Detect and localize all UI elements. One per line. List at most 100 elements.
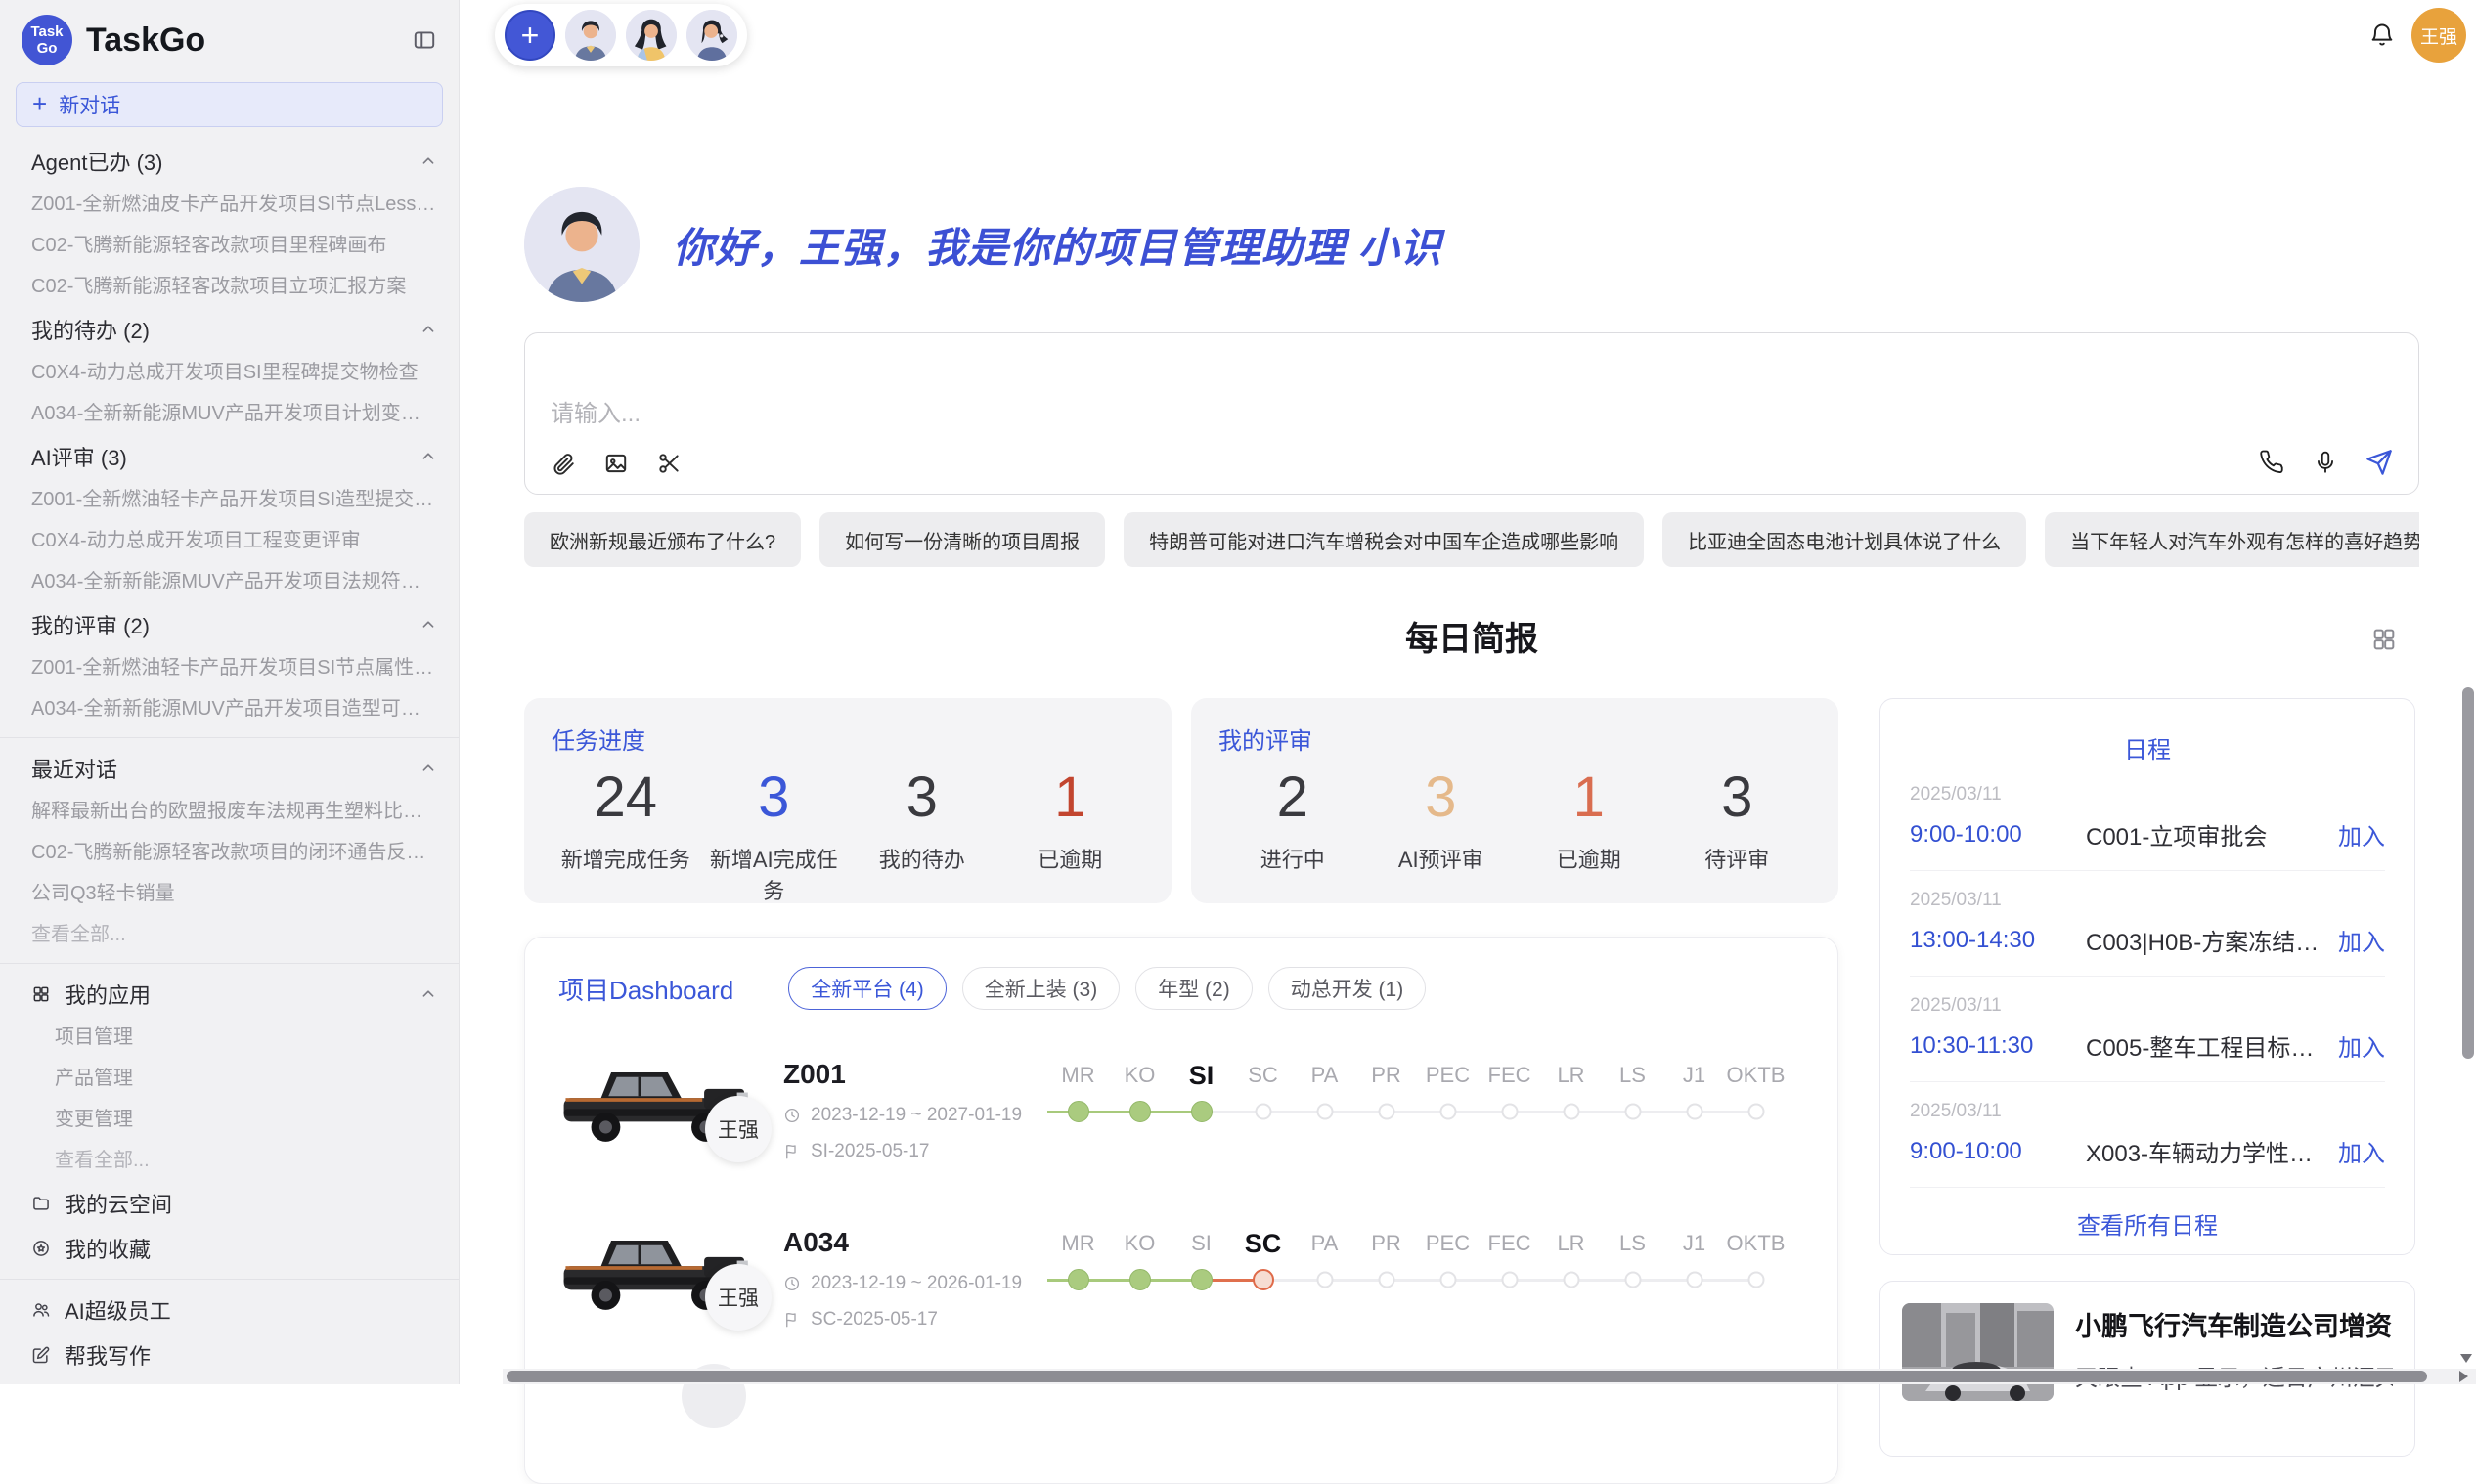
sidebar-item[interactable]: C02-飞腾新能源轻客改款项目里程碑画布	[0, 225, 459, 266]
sidebar-tool-label: AI超级员工	[65, 1294, 171, 1326]
sidebar-item[interactable]: A034-全新新能源MUV产品开发项目法规符合性评审	[0, 561, 459, 602]
sidebar-header: Task Go TaskGo	[0, 12, 459, 68]
sidebar-group-2[interactable]: AI评审 (3)	[0, 434, 459, 479]
vertical-scrollbar-thumb[interactable]	[2462, 687, 2474, 1059]
chat-input-box[interactable]: 请输入...	[524, 332, 2419, 495]
user-avatar[interactable]: 王强	[2411, 8, 2466, 63]
join-link[interactable]: 加入	[2338, 1134, 2385, 1168]
sidebar-item[interactable]: C0X4-动力总成开发项目SI里程碑提交物检查	[0, 352, 459, 393]
microphone-icon[interactable]	[2313, 450, 2338, 475]
milestone-dot[interactable]	[1439, 1104, 1456, 1120]
milestone-label: KO	[1109, 1053, 1171, 1098]
sidebar-item[interactable]: Z001-全新燃油皮卡产品开发项目SI节点Lesson Learn报告	[0, 184, 459, 225]
suggestion-chip[interactable]: 特朗普可能对进口汽车增税会对中国车企造成哪些影响	[1124, 512, 1644, 567]
phone-icon[interactable]	[2260, 450, 2285, 475]
app-item[interactable]: 产品管理	[0, 1058, 459, 1099]
join-link[interactable]: 加入	[2338, 817, 2385, 851]
send-icon[interactable]	[2365, 449, 2393, 476]
app-item[interactable]: 项目管理	[0, 1017, 459, 1058]
dashboard-tab[interactable]: 动总开发 (1)	[1268, 967, 1427, 1010]
sidebar-item[interactable]: A034-全新新能源MUV产品开发项目计划变更表编写	[0, 393, 459, 434]
dashboard-tab[interactable]: 全新平台 (4)	[788, 967, 947, 1010]
milestone-dot[interactable]	[1747, 1272, 1764, 1288]
chevron-up-icon[interactable]	[418, 446, 439, 467]
chevron-up-icon[interactable]	[418, 151, 439, 172]
milestone-dot[interactable]	[1563, 1104, 1579, 1120]
dashboard-tab[interactable]: 全新上装 (3)	[962, 967, 1121, 1010]
horizontal-scrollbar[interactable]	[503, 1369, 2476, 1384]
milestone-dot[interactable]	[1686, 1104, 1702, 1120]
sidebar-recent[interactable]: 最近对话	[0, 746, 459, 791]
sidebar-item[interactable]: C02-飞腾新能源轻客改款项目立项汇报方案	[0, 266, 459, 307]
chevron-up-icon[interactable]	[418, 614, 439, 635]
milestone-dot[interactable]	[1624, 1272, 1641, 1288]
sidebar-tool-write[interactable]: 帮我写作	[0, 1332, 459, 1377]
suggestion-chip[interactable]: 如何写一份清晰的项目周报	[819, 512, 1105, 567]
dashboard-tab[interactable]: 年型 (2)	[1135, 967, 1253, 1010]
layout-grid-icon[interactable]	[2370, 626, 2398, 653]
new-chat-button[interactable]: + 新对话	[16, 82, 443, 127]
recent-chat-item[interactable]: C02-飞腾新能源轻客改款项目的闭环通告反馈情况	[0, 832, 459, 873]
milestone-dot[interactable]	[1501, 1104, 1518, 1120]
scissors-icon[interactable]	[656, 451, 682, 476]
milestone-dot[interactable]	[1316, 1104, 1333, 1120]
avatar-man[interactable]	[565, 10, 616, 61]
sidebar-collapse-icon[interactable]	[412, 27, 437, 53]
chevron-up-icon[interactable]	[418, 319, 439, 340]
sidebar-item[interactable]: A034-全新新能源MUV产品开发项目造型可行性评审	[0, 688, 459, 729]
avatar-woman-1[interactable]	[626, 10, 677, 61]
sidebar-tool-users[interactable]: AI超级员工	[0, 1288, 459, 1332]
milestone-dot[interactable]	[1191, 1269, 1213, 1290]
avatar-woman-2[interactable]	[686, 10, 737, 61]
sidebar-item[interactable]: C0X4-动力总成开发项目工程变更评审	[0, 520, 459, 561]
add-conversation-button[interactable]: +	[505, 10, 555, 61]
milestone-label: LS	[1602, 1053, 1663, 1098]
scroll-down-arrow[interactable]	[2460, 1354, 2472, 1363]
join-link[interactable]: 加入	[2338, 1028, 2385, 1063]
milestone-dot[interactable]	[1316, 1272, 1333, 1288]
milestone-dot[interactable]	[1129, 1269, 1151, 1290]
milestone-dot[interactable]	[1686, 1272, 1702, 1288]
milestone-label: PA	[1294, 1221, 1355, 1266]
view-all-schedule-link[interactable]: 查看所有日程	[1910, 1206, 2385, 1241]
recent-chat-item[interactable]: 公司Q3轻卡销量	[0, 873, 459, 914]
milestone-dot[interactable]	[1253, 1269, 1274, 1290]
sidebar-folder-entry[interactable]: 我的云空间	[0, 1181, 459, 1226]
suggestion-chip[interactable]: 当下年轻人对汽车外观有怎样的喜好趋势	[2045, 512, 2419, 567]
milestone-dot[interactable]	[1378, 1272, 1394, 1288]
sidebar-group-1[interactable]: 我的待办 (2)	[0, 307, 459, 352]
app-item[interactable]: 变更管理	[0, 1099, 459, 1140]
horizontal-scrollbar-thumb[interactable]	[507, 1371, 2427, 1382]
milestone-label: FEC	[1479, 1053, 1540, 1098]
milestone-dot[interactable]	[1191, 1101, 1213, 1122]
milestone-dot[interactable]	[1501, 1272, 1518, 1288]
milestone-dot[interactable]	[1624, 1104, 1641, 1120]
milestone-dot[interactable]	[1747, 1104, 1764, 1120]
milestone-dot[interactable]	[1439, 1272, 1456, 1288]
milestone-dot[interactable]	[1068, 1269, 1089, 1290]
view-all-apps-link[interactable]: 查看全部...	[0, 1140, 459, 1181]
chevron-up-icon[interactable]	[418, 758, 439, 779]
milestone-dot[interactable]	[1378, 1104, 1394, 1120]
suggestion-chip[interactable]: 欧洲新规最近颁布了什么?	[524, 512, 801, 567]
recent-chat-item[interactable]: 解释最新出台的欧盟报废车法规再生塑料比例被调至15%...	[0, 791, 459, 832]
sidebar-group-3[interactable]: 我的评审 (2)	[0, 602, 459, 647]
sidebar-item[interactable]: Z001-全新燃油轻卡产品开发项目SI节点属性5D文件评审	[0, 647, 459, 688]
join-link[interactable]: 加入	[2338, 923, 2385, 957]
milestone-dot[interactable]	[1255, 1104, 1271, 1120]
chevron-up-icon[interactable]	[418, 983, 439, 1005]
image-icon[interactable]	[603, 451, 629, 476]
view-all-recent-link[interactable]: 查看全部...	[0, 914, 459, 955]
sidebar-badge-entry[interactable]: 我的收藏	[0, 1226, 459, 1271]
attachment-icon[interactable]	[551, 451, 576, 476]
milestone-dot[interactable]	[1563, 1272, 1579, 1288]
sidebar-tool-pen[interactable]: 创意制图	[0, 1377, 459, 1384]
milestone-dot[interactable]	[1068, 1101, 1089, 1122]
folder-icon	[31, 1194, 51, 1213]
milestone-dot[interactable]	[1129, 1101, 1151, 1122]
sidebar-group-0[interactable]: Agent已办 (3)	[0, 139, 459, 184]
suggestion-chip[interactable]: 比亚迪全固态电池计划具体说了什么	[1662, 512, 2026, 567]
sidebar-item[interactable]: Z001-全新燃油轻卡产品开发项目SI造型提交物评审	[0, 479, 459, 520]
scroll-right-arrow[interactable]	[2459, 1371, 2468, 1382]
sidebar-my-apps[interactable]: 我的应用	[0, 972, 459, 1017]
